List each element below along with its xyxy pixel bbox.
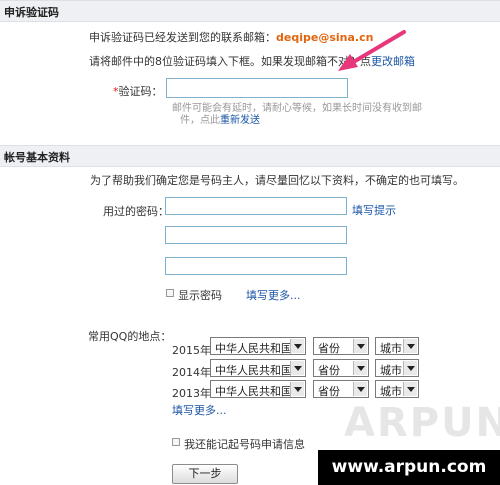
fill-more-link-locations[interactable]: 填写更多... xyxy=(172,402,227,418)
code-label-text: 验证码： xyxy=(118,85,163,98)
show-password-label: 显示密码 xyxy=(178,289,222,302)
fill-more-link-passwords[interactable]: 填写更多... xyxy=(246,287,301,303)
remember-info-checkbox[interactable] xyxy=(172,438,180,446)
province-select-2013[interactable]: 省份 xyxy=(313,380,369,398)
annotation-arrow-icon xyxy=(338,30,406,71)
qq-location-label: 常用QQ的地点： xyxy=(88,330,172,343)
resend-link[interactable]: 重新发送 xyxy=(220,115,260,126)
province-select-2015[interactable]: 省份 xyxy=(313,337,369,355)
chevron-down-icon xyxy=(353,361,367,375)
chevron-down-icon xyxy=(403,361,417,375)
city-select-2014[interactable]: 城市 xyxy=(375,359,419,377)
hint-line2-prefix: 件，点此 xyxy=(180,115,220,126)
city-select-2015[interactable]: 城市 xyxy=(375,337,419,355)
section-title-appeal: 申诉验证码 xyxy=(4,6,59,19)
province-select-2014[interactable]: 省份 xyxy=(313,359,369,377)
code-input[interactable] xyxy=(166,78,348,98)
instruction-text: 请将邮件中的8位验证码填入下框。如果发现邮箱不对？ xyxy=(89,55,360,68)
account-intro: 为了帮助我们确定您是号码主人，请尽量回忆以下资料，不确定的也可填写。 xyxy=(90,174,464,187)
chevron-down-icon xyxy=(290,382,304,396)
location-year-2014: 2014年 xyxy=(172,366,211,379)
chevron-down-icon xyxy=(290,361,304,375)
section-header-appeal: 申诉验证码 xyxy=(0,0,500,22)
next-button[interactable]: 下一步 xyxy=(172,464,238,484)
watermark-url: www.arpun.com xyxy=(318,450,500,485)
code-label: *验证码： xyxy=(113,83,163,99)
watermark-logo: ARPUN xyxy=(344,400,500,446)
fill-hint-link[interactable]: 填写提示 xyxy=(352,202,396,218)
location-year-2013: 2013年 xyxy=(172,387,211,400)
location-year-2015: 2015年 xyxy=(172,344,211,357)
password-input-1[interactable] xyxy=(165,197,347,215)
sent-notice-text: 申诉验证码已经发送到您的联系邮箱： xyxy=(89,31,276,44)
password-label: 用过的密码： xyxy=(103,205,169,218)
section-header-account: 帐号基本资料 xyxy=(0,145,500,167)
hint-line2: 件，点此重新发送 xyxy=(180,111,260,126)
chevron-down-icon xyxy=(403,339,417,353)
section-title-account: 帐号基本资料 xyxy=(4,151,70,164)
country-select-2013[interactable]: 中华人民共和国 xyxy=(210,380,306,398)
chevron-down-icon xyxy=(403,382,417,396)
chevron-down-icon xyxy=(353,382,367,396)
remember-info-label: 我还能记起号码申请信息 xyxy=(184,438,305,451)
city-select-2013[interactable]: 城市 xyxy=(375,380,419,398)
chevron-down-icon xyxy=(353,339,367,353)
country-select-2015[interactable]: 中华人民共和国 xyxy=(210,337,306,355)
show-password-checkbox[interactable] xyxy=(166,289,174,297)
password-input-3[interactable] xyxy=(165,257,347,275)
chevron-down-icon xyxy=(290,339,304,353)
country-select-2014[interactable]: 中华人民共和国 xyxy=(210,359,306,377)
password-input-2[interactable] xyxy=(165,226,347,244)
